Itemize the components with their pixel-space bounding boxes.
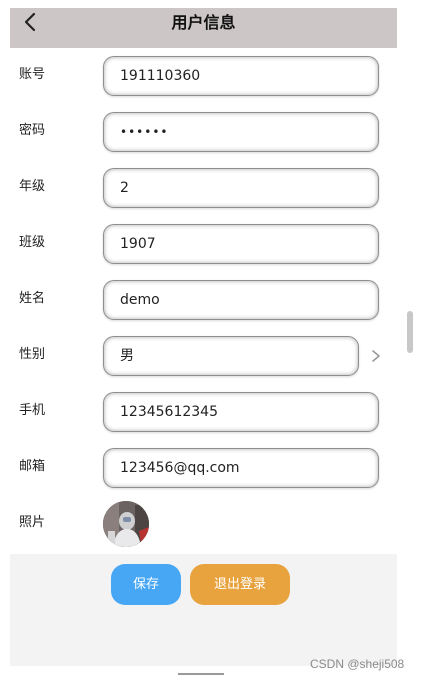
account-field[interactable]: 191110360 bbox=[103, 56, 379, 96]
email-row: 邮箱 123456@qq.com bbox=[10, 444, 397, 492]
save-button[interactable]: 保存 bbox=[111, 564, 181, 605]
password-field[interactable]: •••••• bbox=[103, 112, 379, 152]
photo-row: 照片 bbox=[10, 500, 397, 548]
gender-select[interactable]: 男 bbox=[103, 336, 359, 376]
avatar-image bbox=[103, 501, 149, 547]
class-row: 班级 1907 bbox=[10, 220, 397, 268]
email-field[interactable]: 123456@qq.com bbox=[103, 448, 379, 488]
name-field[interactable]: demo bbox=[103, 280, 379, 320]
home-indicator bbox=[178, 673, 224, 675]
grade-label: 年级 bbox=[19, 179, 46, 194]
email-label: 邮箱 bbox=[19, 459, 46, 474]
password-label: 密码 bbox=[19, 123, 46, 138]
header-bar: 用户信息 bbox=[10, 8, 397, 48]
scrollbar-thumb[interactable] bbox=[407, 311, 413, 353]
page-title: 用户信息 bbox=[171, 13, 236, 32]
name-label: 姓名 bbox=[19, 291, 46, 306]
gender-row: 性别 男 bbox=[10, 332, 397, 380]
photo-label: 照片 bbox=[19, 515, 46, 530]
action-area: 保存 退出登录 bbox=[10, 554, 397, 666]
name-row: 姓名 demo bbox=[10, 276, 397, 324]
phone-label: 手机 bbox=[19, 403, 46, 418]
class-label: 班级 bbox=[19, 235, 46, 250]
account-row: 账号 191110360 bbox=[10, 52, 397, 100]
account-label: 账号 bbox=[19, 67, 46, 82]
watermark-text: CSDN @sheji508 bbox=[310, 657, 405, 671]
gender-label: 性别 bbox=[19, 347, 46, 362]
phone-field[interactable]: 12345612345 bbox=[103, 392, 379, 432]
class-field[interactable]: 1907 bbox=[103, 224, 379, 264]
user-info-screen: 用户信息 账号 191110360 密码 •••••• 年级 2 班级 1907… bbox=[10, 8, 397, 666]
logout-button[interactable]: 退出登录 bbox=[190, 564, 290, 605]
password-row: 密码 •••••• bbox=[10, 108, 397, 156]
grade-field[interactable]: 2 bbox=[103, 168, 379, 208]
avatar[interactable] bbox=[103, 501, 149, 547]
user-info-form: 账号 191110360 密码 •••••• 年级 2 班级 1907 姓名 d… bbox=[10, 48, 397, 554]
grade-row: 年级 2 bbox=[10, 164, 397, 212]
phone-row: 手机 12345612345 bbox=[10, 388, 397, 436]
chevron-right-icon[interactable] bbox=[369, 348, 383, 364]
